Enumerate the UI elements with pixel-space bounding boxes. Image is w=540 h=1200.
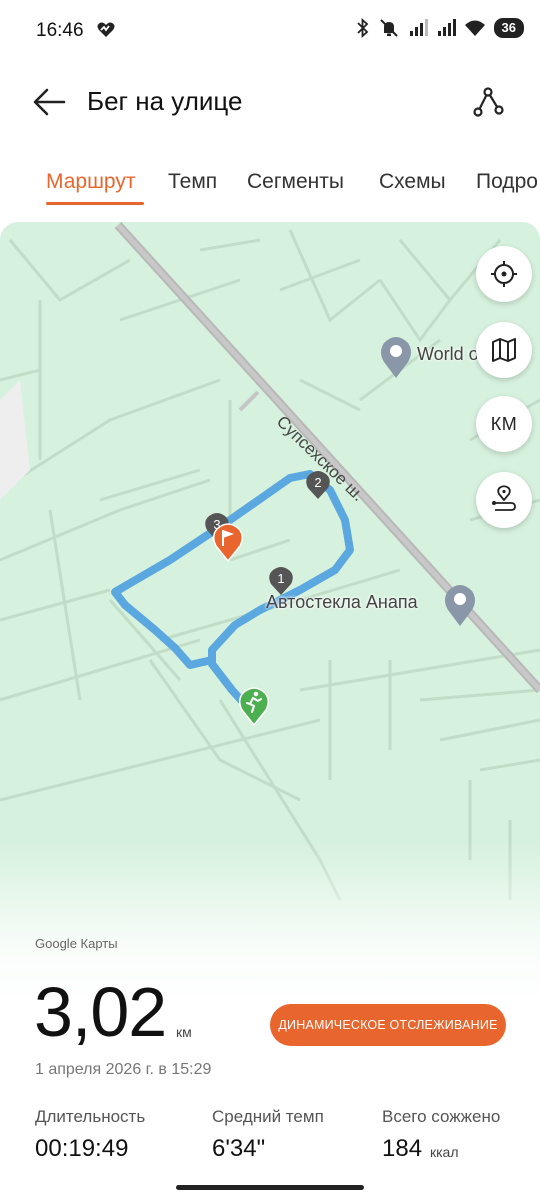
tab-details[interactable]: Подро (476, 170, 538, 194)
tab-pace[interactable]: Темп (168, 170, 217, 194)
calories-unit: ккал (430, 1144, 459, 1160)
km-marker-1[interactable]: 1 (268, 566, 294, 596)
tab-segments[interactable]: Сегменты (247, 170, 344, 194)
tab-active-indicator (46, 202, 144, 205)
pace-value: 6'34" (212, 1135, 266, 1162)
home-indicator[interactable] (176, 1185, 364, 1190)
route-map[interactable]: World of Ana Автостекла Анапа Супсехское… (0, 222, 540, 1200)
wifi-icon (464, 20, 485, 36)
map-layers-button[interactable] (476, 322, 532, 378)
calories-label: Всего сожжено (382, 1107, 501, 1126)
poi-pin-icon[interactable] (378, 334, 414, 380)
distance-value: 3,02 (34, 973, 167, 1051)
tab-route[interactable]: Маршрут (46, 170, 136, 194)
live-tracking-button[interactable]: ДИНАМИЧЕСКОЕ ОТСЛЕЖИВАНИЕ (270, 1004, 506, 1046)
finish-flag-icon[interactable] (212, 522, 244, 562)
km-marker-label: 1 (277, 571, 285, 586)
page-title: Бег на улице (87, 86, 243, 116)
tab-schemes[interactable]: Схемы (379, 170, 446, 194)
distance-unit: км (176, 1024, 192, 1040)
header: Бег на улице (0, 70, 540, 134)
heart-app-icon (97, 22, 115, 37)
bluetooth-icon (356, 18, 368, 38)
track-button[interactable] (476, 472, 532, 528)
km-marker-label: 2 (314, 475, 322, 490)
poi-pin-icon[interactable] (442, 582, 478, 628)
tab-bar: Маршрут Темп Сегменты Схемы Подро (0, 160, 540, 210)
crosshair-icon (491, 261, 517, 287)
mute-icon (379, 19, 398, 37)
back-button[interactable] (30, 84, 70, 120)
duration-value: 00:19:49 (35, 1135, 129, 1162)
units-button[interactable]: КМ (476, 396, 532, 452)
route-share-button[interactable] (468, 82, 508, 122)
signal-icon (409, 19, 428, 36)
route-pin-icon (492, 485, 516, 511)
calories-value: 184 (382, 1135, 423, 1162)
battery-indicator: 36 (493, 18, 524, 38)
status-bar: 16:46 36 (0, 0, 540, 62)
units-label: КМ (490, 413, 518, 434)
route-share-icon (473, 87, 504, 117)
arrow-left-icon (33, 88, 66, 116)
km-marker-2[interactable]: 2 (305, 470, 331, 500)
locate-button[interactable] (476, 246, 532, 302)
duration-label: Длительность (35, 1107, 146, 1126)
start-runner-icon[interactable] (238, 686, 270, 726)
map-building (0, 380, 30, 500)
map-streets (0, 229, 540, 901)
status-icons: 36 (356, 18, 524, 38)
pace-label: Средний темп (212, 1107, 324, 1126)
map-icon (492, 338, 516, 362)
signal-icon-2 (437, 19, 456, 36)
workout-date: 1 апреля 2026 г. в 15:29 (35, 1061, 212, 1078)
status-time: 16:46 (36, 20, 84, 41)
map-attribution: Google Карты (35, 936, 118, 951)
